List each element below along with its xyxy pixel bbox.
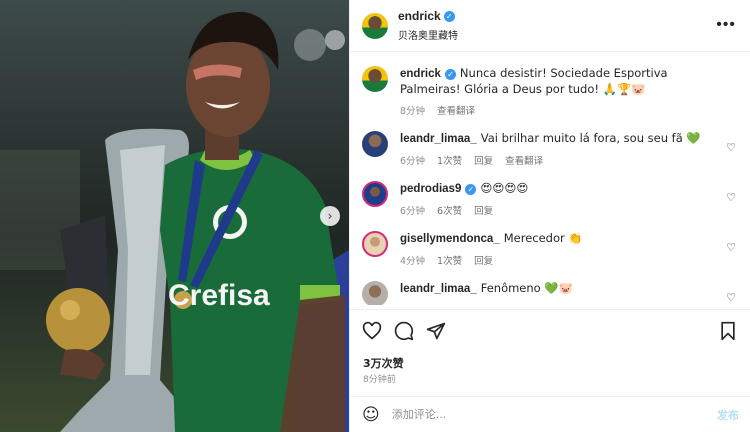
comment-like-heart-icon[interactable]: ♡ [726,191,736,204]
comment-avatar[interactable] [362,131,388,157]
comments-list[interactable]: endrick ✓ Nunca desistir! Sociedade Esport… [350,52,750,305]
likes-count[interactable]: 3万次赞 [363,355,404,371]
comment-item: leandr_limaa_ Vai brilhar muito lá fora, … [362,131,738,167]
emoji-icon[interactable]: ☺ [362,405,380,425]
comment-text-block: gisellymendonca_ Merecedor 👏 [400,231,714,247]
more-options-icon[interactable]: ••• [716,16,736,34]
comment-username[interactable]: gisellymendonca_ [400,233,500,245]
verified-badge-icon: ✓ [465,184,477,195]
comment-username[interactable]: leandr_limaa_ [400,283,477,295]
post-header: endrick ✓ 贝洛奥里藏特 ••• [350,0,750,52]
comment-item: pedrodias9 ✓ 😍😍😍😍 6分钟 6次赞 回复 ♡ [362,181,738,217]
comment-icon[interactable] [394,321,414,341]
comment-avatar[interactable] [362,231,388,257]
comment-text-block: leandr_limaa_ Fenômeno 💚🐷 [400,281,714,297]
comment-like-heart-icon[interactable]: ♡ [726,291,736,304]
post-comment-button[interactable]: 发布 [717,407,739,423]
comment-likes[interactable]: 6次赞 [437,203,462,217]
comment-text-block: leandr_limaa_ Vai brilhar muito lá fora, … [400,131,714,147]
comment-text: 😍😍😍😍 [480,181,529,195]
comment-text: Fenômeno 💚🐷 [480,281,573,295]
next-photo-button[interactable]: › [320,206,340,226]
comment-input[interactable] [391,408,717,421]
chevron-right-icon: › [327,209,333,223]
comment-item: gisellymendonca_ Merecedor 👏 4分钟 1次赞 回复 ♡ [362,231,738,267]
comment-reply-button[interactable]: 回复 [474,203,493,217]
caption-username[interactable]: endrick [400,68,441,80]
caption-text-block: endrick ✓ Nunca desistir! Sociedade Esport… [400,66,714,97]
jersey-sponsor-text: Crefisa [168,279,270,312]
comment-text: Merecedor 👏 [503,231,583,245]
bookmark-icon[interactable] [718,321,738,341]
comment-avatar[interactable] [362,181,388,207]
comment-time: 6分钟 [400,156,426,167]
comment-translate-link[interactable]: 查看翻译 [505,153,543,167]
author-username-text[interactable]: endrick [398,9,441,23]
comment-time: 4分钟 [400,256,426,267]
heart-icon[interactable] [362,321,382,341]
post-location[interactable]: 贝洛奥里藏特 [398,27,458,42]
comment-reply-button[interactable]: 回复 [474,253,493,267]
share-icon[interactable] [426,321,446,341]
comment-username[interactable]: pedrodias9 [400,183,461,195]
verified-badge-icon: ✓ [444,69,456,80]
comment-text-block: pedrodias9 ✓ 😍😍😍😍 [400,181,714,197]
post-time-ago: 8分钟前 [363,375,396,385]
comment-username[interactable]: leandr_limaa_ [400,133,477,145]
post-side-panel: endrick ✓ 贝洛奥里藏特 ••• endrick ✓ Nunca desis… [349,0,750,432]
comment-likes[interactable]: 1次赞 [437,153,462,167]
comment-avatar[interactable] [362,281,388,305]
comment-item: leandr_limaa_ Fenômeno 💚🐷 ♡ [362,281,738,305]
post-actions: 3万次赞 8分钟前 ☺ 发布 [350,309,750,431]
comment-composer: ☺ 发布 [350,396,750,432]
verified-badge-icon: ✓ [443,10,455,22]
comment-likes[interactable]: 1次赞 [437,253,462,267]
caption-time: 8分钟 [400,106,426,117]
comment-like-heart-icon[interactable]: ♡ [726,241,736,254]
comment-text: Vai brilhar muito lá fora, sou seu fã 💚 [480,131,701,145]
action-icons-row [350,310,750,350]
author-avatar[interactable] [362,12,388,39]
instagram-post-window: Crefisa › endrick ✓ 贝洛奥里藏特 ••• endrick ✓… [0,0,750,432]
caption-avatar[interactable] [362,66,388,92]
caption-translate-link[interactable]: 查看翻译 [437,103,475,117]
comment-like-heart-icon[interactable]: ♡ [726,141,736,154]
post-caption: endrick ✓ Nunca desistir! Sociedade Esport… [362,66,738,117]
post-photo[interactable]: Crefisa › [0,0,349,432]
comment-reply-button[interactable]: 回复 [474,153,493,167]
comment-time: 6分钟 [400,206,426,217]
author-username[interactable]: endrick ✓ [398,9,458,23]
photo-illustration: Crefisa [0,11,349,432]
